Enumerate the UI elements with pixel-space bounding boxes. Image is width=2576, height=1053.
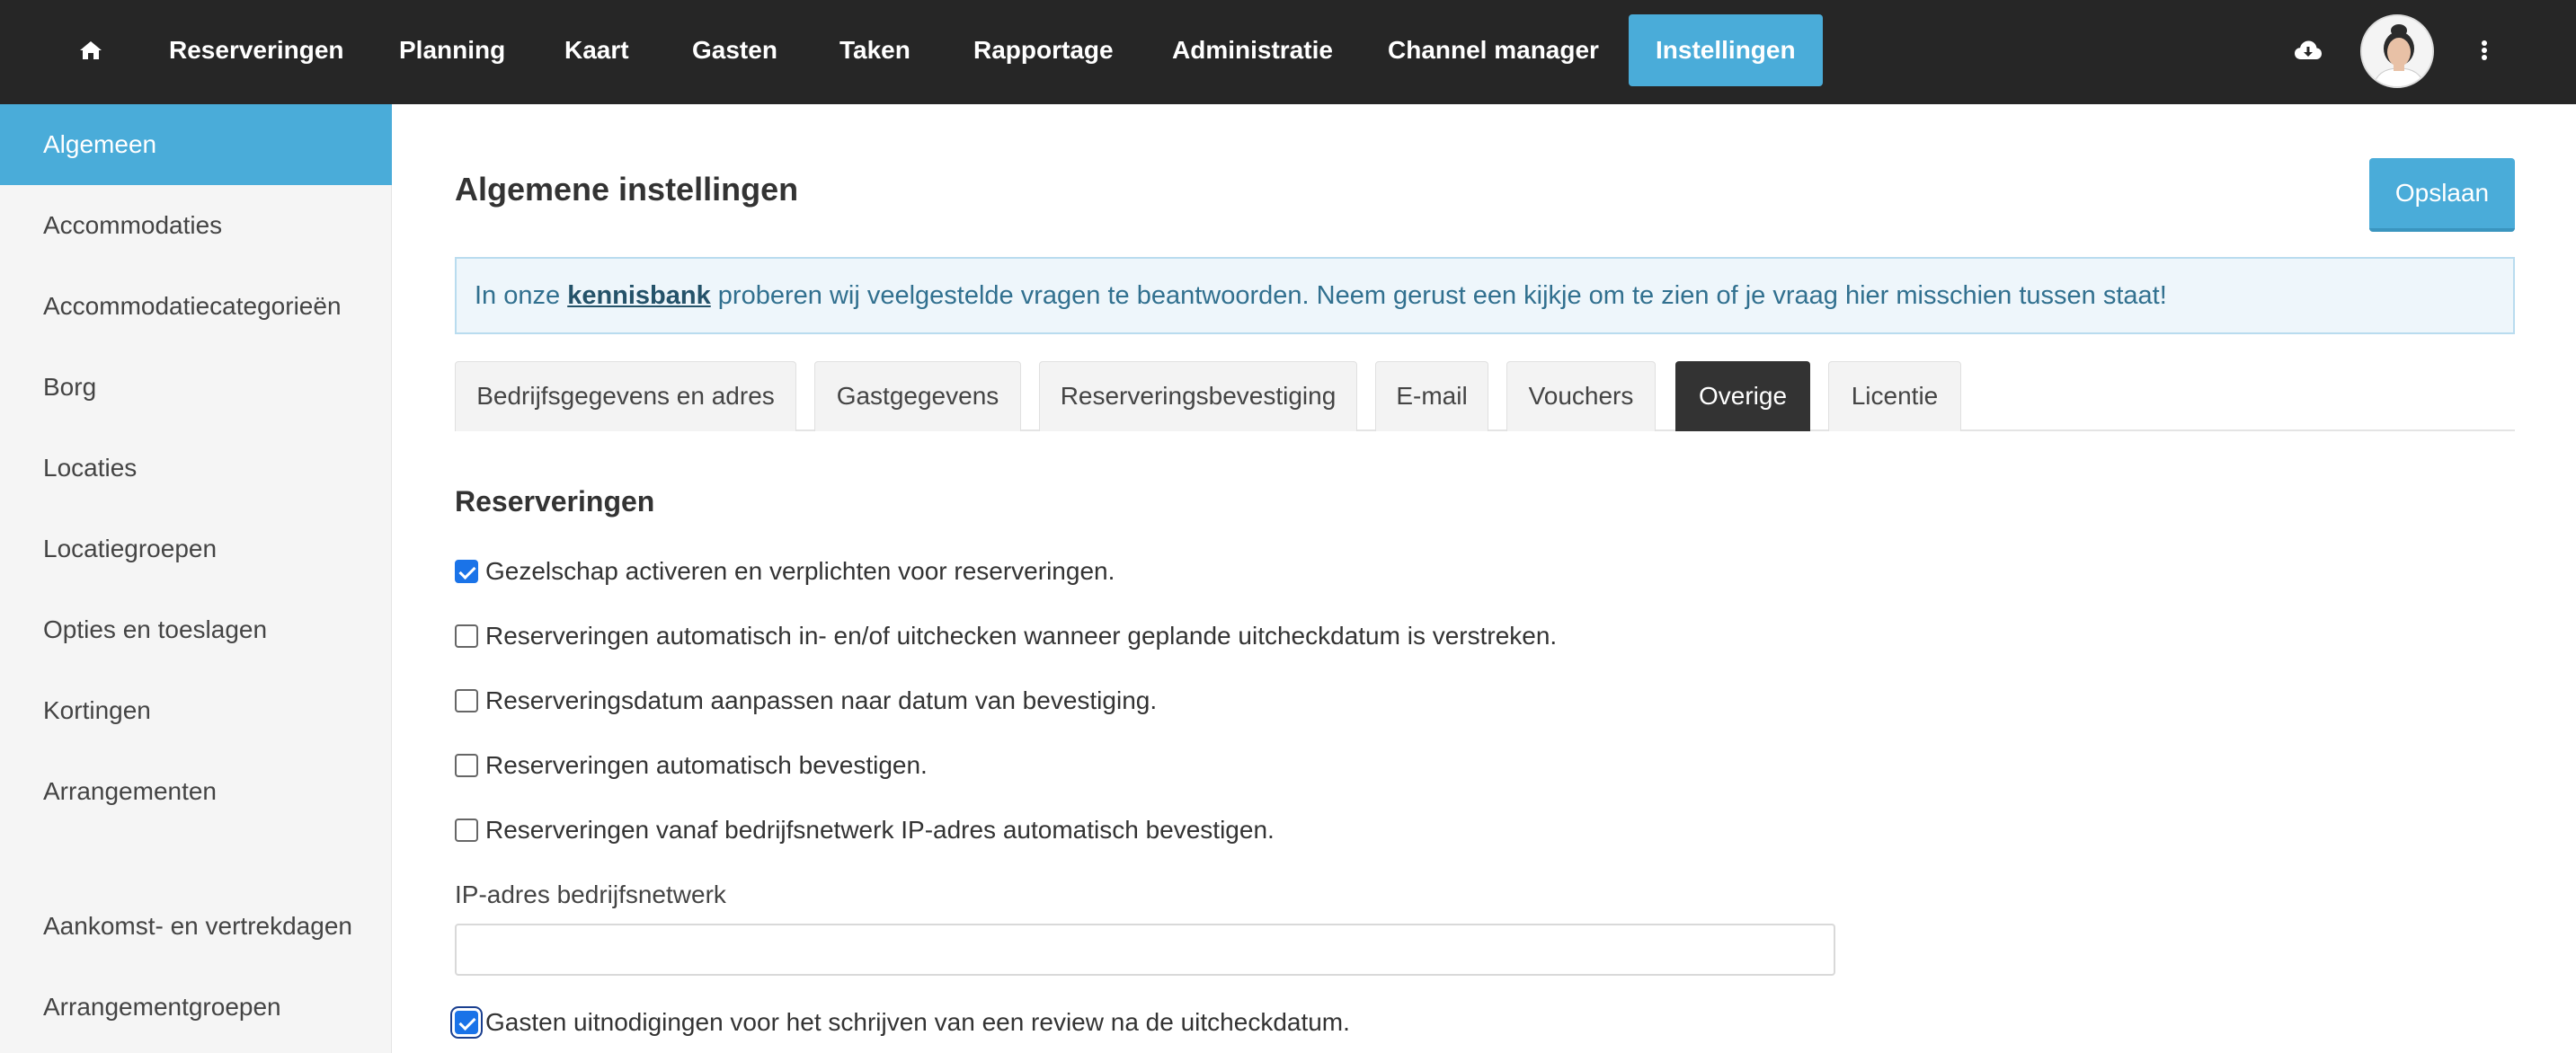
tab-reserveringsbevestiging[interactable]: Reserveringsbevestiging: [1039, 361, 1357, 431]
nav-item-instellingen[interactable]: Instellingen: [1629, 14, 1823, 86]
sidebar-item-arrangementen[interactable]: Arrangementen: [0, 751, 392, 832]
sidebar-item-kortingen[interactable]: Kortingen: [0, 670, 392, 751]
sidebar-item-arrangementgroepen[interactable]: Arrangementgroepen: [0, 967, 392, 1048]
sidebar-item-accommodaties[interactable]: Accommodaties: [0, 185, 392, 266]
tab-gastgegevens[interactable]: Gastgegevens: [814, 361, 1021, 431]
review-invite-checkbox[interactable]: [455, 1011, 478, 1034]
more-vertical-icon: [2482, 40, 2487, 60]
info-text-prefix: In onze: [475, 281, 568, 310]
user-avatar[interactable]: [2360, 14, 2434, 88]
sidebar-item-borg[interactable]: Borg: [0, 347, 392, 428]
option-row: Reserveringen automatisch bevestigen.: [455, 748, 928, 783]
settings-tabs: Bedrijfsgegevens en adres Gastgegevens R…: [455, 361, 2515, 431]
info-text-suffix: proberen wij veelgestelde vragen te bean…: [710, 281, 2167, 310]
ip-address-input[interactable]: [455, 924, 1835, 976]
sidebar-item-opties-en-toeslagen[interactable]: Opties en toeslagen: [0, 589, 392, 670]
tab-vouchers[interactable]: Vouchers: [1506, 361, 1656, 431]
gezelschap-checkbox[interactable]: [455, 560, 478, 583]
option-row: Reserveringsdatum aanpassen naar datum v…: [455, 683, 1157, 719]
option-label: Reserveringsdatum aanpassen naar datum v…: [485, 686, 1158, 714]
ip-auto-bevestigen-checkbox[interactable]: [455, 819, 478, 842]
tab-overige[interactable]: Overige: [1675, 361, 1810, 431]
sidebar-item-algemeen[interactable]: Algemeen: [0, 104, 392, 185]
auto-bevestigen-checkbox[interactable]: [455, 754, 478, 777]
nav-item-administratie[interactable]: Administratie: [1145, 14, 1360, 86]
option-row: Reserveringen automatisch in- en/of uitc…: [455, 618, 1557, 654]
sidebar-item-locatiegroepen[interactable]: Locatiegroepen: [0, 509, 392, 589]
settings-sidebar: Algemeen Accommodaties Accommodatiecateg…: [0, 104, 392, 1053]
home-button[interactable]: [63, 14, 119, 86]
tab-e-mail[interactable]: E-mail: [1375, 361, 1488, 431]
save-button[interactable]: Opslaan: [2369, 158, 2515, 232]
nav-item-taken[interactable]: Taken: [813, 14, 937, 86]
option-label: Reserveringen vanaf bedrijfsnetwerk IP-a…: [485, 816, 1275, 844]
user-photo-icon: [2362, 16, 2432, 86]
tab-licentie[interactable]: Licentie: [1828, 361, 1961, 431]
option-row: Gezelschap activeren en verplichten voor…: [455, 553, 1115, 589]
nav-item-gasten[interactable]: Gasten: [665, 14, 804, 86]
auto-checkin-checkout-checkbox[interactable]: [455, 624, 478, 648]
ip-address-label: IP-adres bedrijfsnetwerk: [455, 880, 726, 908]
sidebar-item-locaties[interactable]: Locaties: [0, 428, 392, 509]
nav-item-channel-manager[interactable]: Channel manager: [1361, 14, 1626, 86]
top-navigation: Reserveringen Planning Kaart Gasten Take…: [0, 0, 2576, 104]
reserveringsdatum-aanpassen-checkbox[interactable]: [455, 689, 478, 712]
sidebar-item-accommodatiecategorieen[interactable]: Accommodatiecategorieën: [0, 266, 392, 347]
nav-item-reserveringen[interactable]: Reserveringen: [142, 14, 371, 86]
cloud-download-button[interactable]: [2290, 14, 2326, 86]
sidebar-item-aankomst-en-vertrekdagen[interactable]: Aankomst- en vertrekdagen: [0, 886, 392, 967]
nav-item-kaart[interactable]: Kaart: [537, 14, 656, 86]
option-label: Reserveringen automatisch bevestigen.: [485, 751, 928, 779]
section-title-reserveringen: Reserveringen: [455, 485, 655, 518]
option-row: Reserveringen vanaf bedrijfsnetwerk IP-a…: [455, 812, 1275, 848]
nav-item-rapportage[interactable]: Rapportage: [946, 14, 1141, 86]
home-icon: [80, 41, 102, 59]
tab-bedrijfsgegevens-en-adres[interactable]: Bedrijfsgegevens en adres: [455, 361, 796, 431]
nav-item-planning[interactable]: Planning: [372, 14, 532, 86]
option-row: Gasten uitnodigingen voor het schrijven …: [455, 1004, 1350, 1040]
option-label: Gasten uitnodigingen voor het schrijven …: [485, 1008, 1350, 1036]
option-label: Gezelschap activeren en verplichten voor…: [485, 557, 1115, 585]
option-label: Reserveringen automatisch in- en/of uitc…: [485, 622, 1558, 650]
kennisbank-link[interactable]: kennisbank: [567, 281, 711, 310]
cloud-download-icon: [2295, 40, 2322, 59]
info-alert: In onze kennisbank proberen wij veelgest…: [455, 257, 2515, 334]
more-menu-button[interactable]: [2474, 14, 2495, 86]
page-title: Algemene instellingen: [455, 171, 799, 208]
